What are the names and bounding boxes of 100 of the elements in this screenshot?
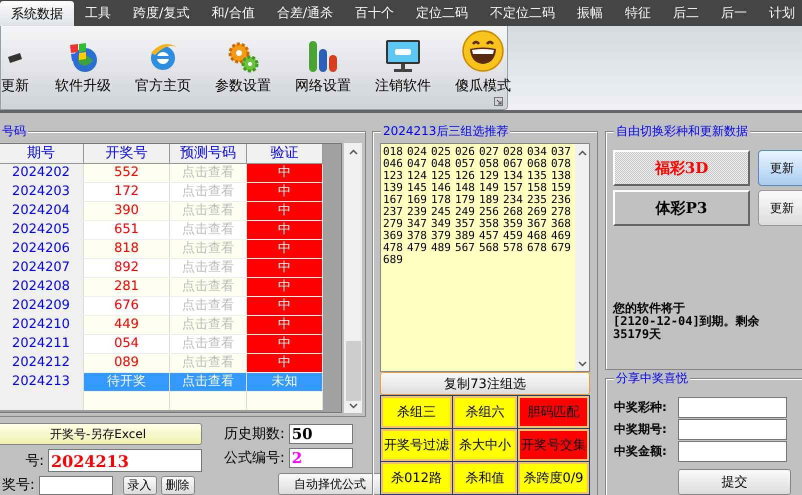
number-text: 179 — [455, 194, 476, 206]
number-cell: 390 — [84, 202, 170, 221]
number-cell: 089 — [84, 354, 170, 373]
ribbon-button[interactable]: 网络设置 — [283, 39, 363, 95]
update-button[interactable]: 更新 — [758, 190, 802, 226]
ribbon-button[interactable]: 官方主页 — [123, 41, 203, 95]
filter-button[interactable]: 杀组六 — [453, 396, 517, 428]
copy-button[interactable]: 复制73注组选 — [380, 372, 590, 395]
menu-tab[interactable]: 特征 — [614, 0, 662, 26]
column-header: 预测号码 — [170, 144, 247, 164]
filter-button[interactable]: 胆码匹配 — [518, 396, 589, 428]
export-excel-button[interactable]: 开奖号-另存Excel — [0, 423, 202, 445]
menu-tab[interactable]: 后二 — [662, 0, 710, 26]
result-cell: 未知 — [247, 373, 323, 392]
number-text: 357 — [455, 218, 476, 230]
menu-tab[interactable]: 振幅 — [566, 0, 614, 26]
number-text: 235 — [527, 194, 548, 206]
entry-button[interactable]: 删除 — [160, 476, 195, 495]
input-field[interactable] — [678, 419, 787, 440]
number-text: 234 — [503, 194, 524, 206]
field-label: 中奖彩种: — [614, 399, 668, 416]
menu-tab[interactable]: 工具 — [74, 0, 122, 26]
input-field[interactable] — [678, 397, 787, 418]
field-label: 中奖金额: — [614, 443, 668, 460]
menu-tab[interactable]: 计划 — [758, 0, 802, 26]
scroll-up-icon[interactable] — [578, 150, 586, 156]
number-text: 567 — [455, 242, 476, 254]
number-text: 368 — [551, 218, 572, 230]
ribbon-button[interactable]: 更新 — [1, 43, 37, 95]
menu-tab[interactable]: 百十个 — [344, 0, 406, 26]
period-cell: 2024208 — [0, 278, 84, 297]
menu-tab[interactable]: 不定位二码 — [479, 0, 566, 26]
scroll-up-icon[interactable] — [348, 149, 358, 155]
number-text: 129 — [479, 170, 500, 182]
number-text: 578 — [503, 242, 524, 254]
number-text: 167 — [383, 194, 404, 206]
number-text: 024 — [407, 146, 428, 158]
number-text: 134 — [503, 170, 524, 182]
number-text: 146 — [431, 182, 452, 194]
menu-tab[interactable]: 定位二码 — [405, 0, 480, 26]
number-text: 149 — [479, 182, 500, 194]
number-text: 457 — [479, 230, 500, 242]
menu-tab[interactable]: 和/合值 — [200, 0, 266, 26]
auto-formula-button[interactable]: 自动择优公式 — [278, 473, 382, 495]
number-text: 189 — [479, 194, 500, 206]
bar-chart-icon — [306, 39, 340, 73]
filter-button[interactable]: 开奖号过滤 — [381, 429, 452, 461]
filter-button[interactable]: 杀跨度0/9 — [518, 462, 589, 494]
history-count-label: 历史期数: — [224, 425, 285, 443]
scroll-down-icon[interactable] — [578, 361, 586, 368]
result-cell: 中 — [247, 202, 323, 221]
number-text: 048 — [431, 158, 452, 170]
period-cell: 2024202 — [0, 164, 84, 183]
number-text: 138 — [551, 170, 572, 182]
result-cell: 中 — [247, 183, 323, 202]
number-text: 125 — [431, 170, 452, 182]
ribbon-button[interactable]: 注销软件 — [363, 39, 443, 95]
expand-icon[interactable] — [494, 97, 503, 106]
period-cell: 2024212 — [0, 354, 84, 373]
ribbon-button[interactable]: 参数设置 — [203, 41, 283, 95]
scroll-down-icon[interactable] — [348, 403, 358, 409]
issue-label: 号: — [25, 452, 44, 470]
numbers-textarea[interactable] — [380, 143, 590, 372]
number-text: 046 — [383, 158, 404, 170]
number-text: 268 — [503, 206, 524, 218]
number-text: 249 — [455, 206, 476, 218]
number-text: 025 — [431, 146, 452, 158]
menu-tab[interactable]: 系统数据 — [0, 1, 74, 26]
input-field[interactable] — [678, 441, 787, 462]
filter-button[interactable]: 杀和值 — [453, 462, 517, 494]
ribbon-button[interactable]: 傻瓜模式 — [443, 29, 523, 95]
period-cell: 2024203 — [0, 183, 84, 202]
number-text: 159 — [551, 182, 572, 194]
draw-number-field[interactable] — [38, 476, 113, 495]
period-cell: 2024205 — [0, 221, 84, 240]
update-button[interactable]: 更新 — [758, 150, 802, 186]
ribbon-button[interactable]: 软件升级 — [37, 41, 123, 95]
filter-button[interactable]: 杀组三 — [381, 396, 452, 428]
scroll-thumb[interactable] — [346, 341, 361, 401]
scrollbar[interactable] — [344, 143, 362, 413]
history-count-field[interactable]: 50 — [288, 424, 353, 444]
menu-tab[interactable]: 后一 — [710, 0, 758, 26]
filter-button[interactable]: 开奖号交集 — [518, 429, 589, 461]
entry-button[interactable]: 录入 — [122, 476, 157, 495]
number-text: 037 — [551, 146, 572, 158]
submit-button[interactable]: 提交 — [678, 469, 791, 495]
number-text: 689 — [383, 254, 404, 266]
group-title: 分享中奖喜悦 — [614, 370, 690, 387]
gears-icon — [227, 41, 259, 73]
number-text: 359 — [503, 218, 524, 230]
number-text: 123 — [383, 170, 404, 182]
number-cell: 651 — [84, 221, 170, 240]
menu-tab[interactable]: 合差/通杀 — [266, 0, 344, 26]
filter-button[interactable]: 杀大中小 — [453, 429, 517, 461]
lottery-button[interactable]: 体彩P3 — [613, 190, 750, 226]
filter-button[interactable]: 杀012路 — [381, 462, 452, 494]
number-text: 489 — [431, 242, 452, 254]
number-text: 379 — [431, 230, 452, 242]
issue-field[interactable]: 2024213 — [48, 449, 202, 472]
menu-tab[interactable]: 跨度/复式 — [122, 0, 200, 26]
